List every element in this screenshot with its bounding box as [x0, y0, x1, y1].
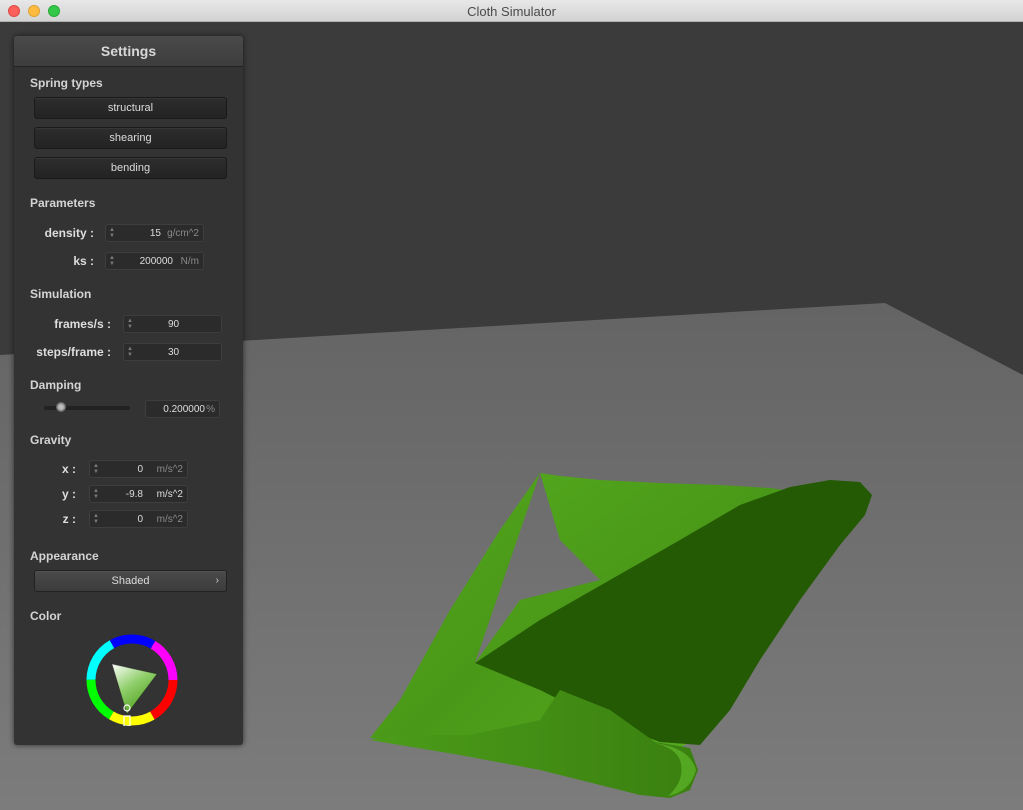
- chevron-right-icon: ›: [215, 575, 219, 586]
- settings-panel: Settings Spring types structural shearin…: [14, 36, 243, 745]
- spinner-icon[interactable]: ▲ ▼: [93, 463, 99, 475]
- spinner-icon[interactable]: ▲ ▼: [93, 513, 99, 525]
- density-input[interactable]: ▲ ▼ 15 g/cm^2: [105, 224, 204, 242]
- gravity-heading: Gravity: [30, 433, 72, 447]
- shearing-button[interactable]: shearing: [34, 127, 227, 149]
- steps-value: 30: [168, 347, 180, 358]
- parameters-heading: Parameters: [30, 196, 96, 210]
- simulation-heading: Simulation: [30, 287, 92, 301]
- spinner-icon[interactable]: ▲ ▼: [127, 318, 133, 330]
- steps-label: steps/frame :: [36, 345, 111, 359]
- damping-unit: %: [206, 404, 215, 415]
- app-window: Cloth Simulator Settings Spring types st…: [0, 0, 1023, 810]
- damping-slider-knob[interactable]: [56, 402, 67, 412]
- ks-input[interactable]: ▲ ▼ 200000 N/m: [105, 252, 204, 270]
- fps-label: frames/s :: [54, 317, 111, 331]
- gravity-y-label: y :: [61, 487, 76, 501]
- spinner-icon[interactable]: ▲ ▼: [109, 227, 115, 239]
- steps-input[interactable]: ▲ ▼ 30: [123, 343, 222, 361]
- gravity-x-input[interactable]: ▲ ▼ 0 m/s^2: [89, 460, 188, 478]
- density-value: 15: [149, 228, 161, 239]
- density-label: density :: [44, 226, 94, 240]
- color-heading: Color: [30, 609, 62, 623]
- bending-button[interactable]: bending: [34, 157, 227, 179]
- gravity-z-value: 0: [137, 514, 143, 525]
- gravity-z-unit: m/s^2: [156, 514, 183, 525]
- structural-button[interactable]: structural: [34, 97, 227, 119]
- appearance-dropdown[interactable]: Shaded ›: [34, 570, 227, 592]
- ks-value: 200000: [139, 256, 173, 267]
- window-title: Cloth Simulator: [467, 4, 556, 19]
- ks-label: ks :: [73, 254, 94, 268]
- gravity-x-unit: m/s^2: [156, 464, 183, 475]
- gravity-z-input[interactable]: ▲ ▼ 0 m/s^2: [89, 510, 188, 528]
- appearance-heading: Appearance: [30, 549, 99, 563]
- gravity-z-label: z :: [62, 512, 76, 526]
- damping-heading: Damping: [30, 378, 82, 392]
- color-wheel[interactable]: [86, 634, 178, 726]
- density-unit: g/cm^2: [167, 228, 199, 239]
- spinner-icon[interactable]: ▲ ▼: [109, 255, 115, 267]
- gravity-y-unit: m/s^2: [156, 489, 183, 500]
- gravity-y-value: -9.8: [125, 489, 143, 500]
- panel-title[interactable]: Settings: [14, 36, 243, 67]
- spinner-icon[interactable]: ▲ ▼: [127, 346, 133, 358]
- damping-input[interactable]: 0.200000 %: [145, 400, 220, 418]
- damping-value: 0.200000: [163, 404, 205, 415]
- gravity-x-label: x :: [61, 462, 76, 476]
- fps-input[interactable]: ▲ ▼ 90: [123, 315, 222, 333]
- title-bar: Cloth Simulator: [0, 0, 1023, 22]
- appearance-selected: Shaded: [111, 575, 150, 587]
- gravity-x-value: 0: [137, 464, 143, 475]
- gravity-y-input[interactable]: ▲ ▼ -9.8 m/s^2: [89, 485, 188, 503]
- fps-value: 90: [168, 319, 180, 330]
- spinner-icon[interactable]: ▲ ▼: [93, 488, 99, 500]
- ks-unit: N/m: [180, 256, 199, 267]
- spring-types-heading: Spring types: [30, 76, 103, 90]
